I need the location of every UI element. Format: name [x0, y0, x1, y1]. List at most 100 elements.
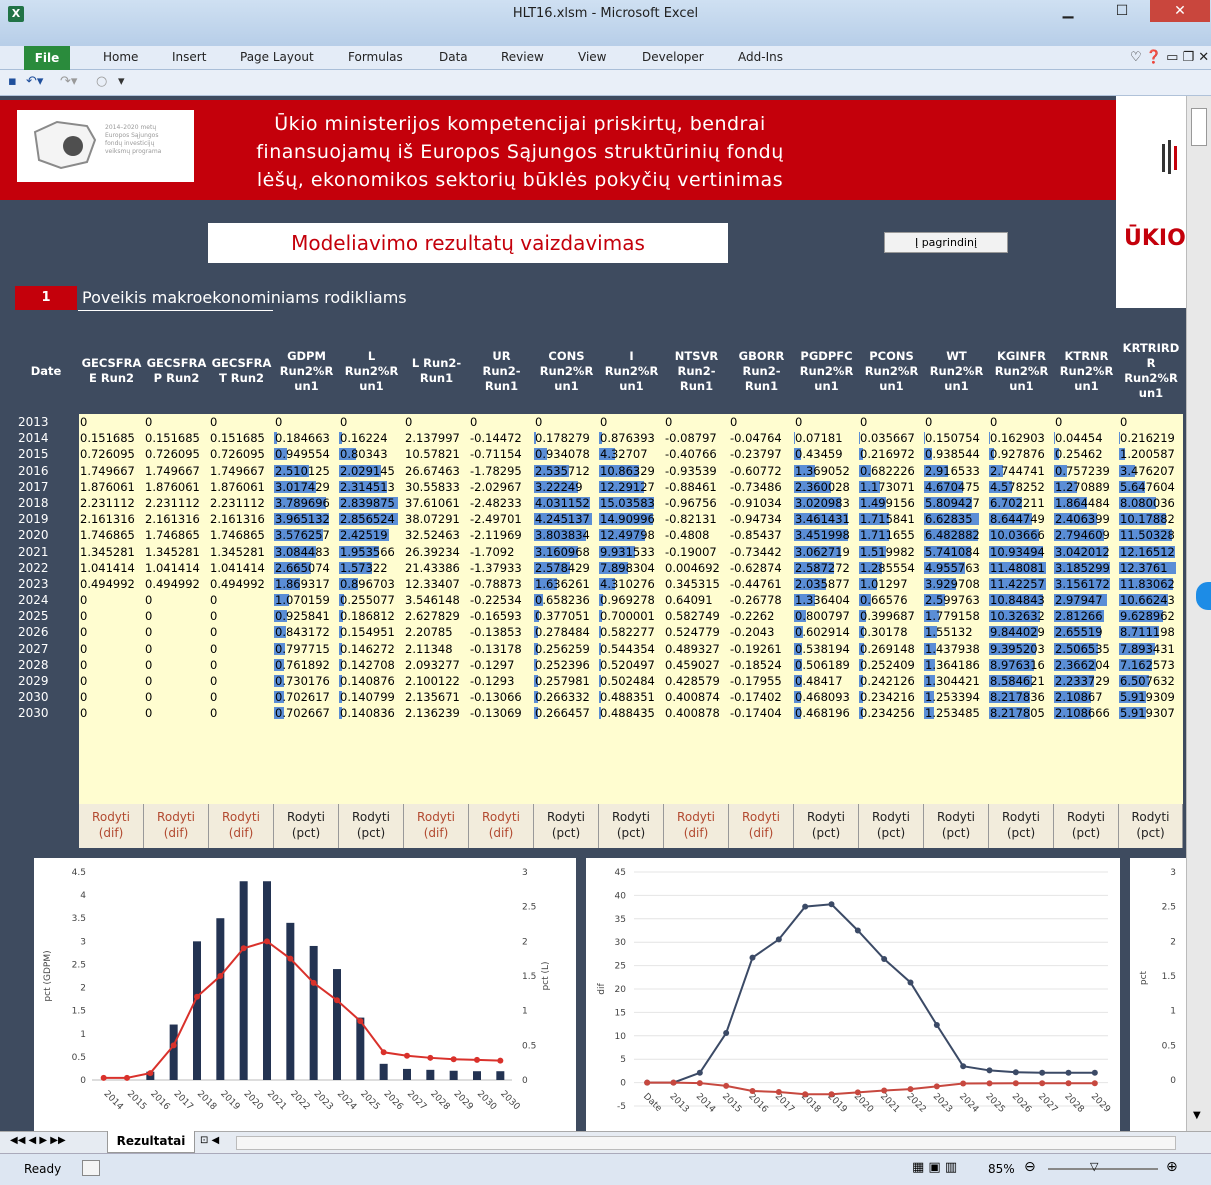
table-cell[interactable]: 2.360028 [794, 479, 859, 495]
table-cell[interactable]: 0.151685 [79, 430, 144, 446]
table-cell[interactable]: 0 [209, 641, 274, 657]
table-cell[interactable]: 1.636261 [534, 576, 599, 592]
new-sheet-icon[interactable]: ⊡ ◀ [200, 1135, 219, 1146]
tab-review[interactable]: Review [501, 50, 544, 64]
table-cell[interactable]: -0.40766 [664, 446, 729, 462]
table-cell[interactable]: 2.231112 [79, 495, 144, 511]
table-cell[interactable]: 5.809427 [924, 495, 989, 511]
table-cell[interactable]: 0 [79, 641, 144, 657]
table-cell[interactable]: 0.925841 [274, 608, 339, 624]
show-button[interactable]: Rodyti (dif) [469, 804, 534, 848]
table-cell[interactable]: 0.726095 [79, 446, 144, 462]
table-cell[interactable]: 1.876061 [144, 479, 209, 495]
table-cell[interactable]: 2.65519 [1054, 624, 1119, 640]
table-cell[interactable]: 0.255077 [339, 592, 404, 608]
table-cell[interactable]: 0.150754 [924, 430, 989, 446]
table-cell[interactable]: 14.90996 [599, 511, 664, 527]
table-cell[interactable]: 2.035877 [794, 576, 859, 592]
table-cell[interactable]: 3.476207 [1119, 463, 1183, 479]
table-cell[interactable]: 2.20785 [404, 624, 469, 640]
table-cell[interactable]: 1.041414 [144, 560, 209, 576]
table-cell[interactable]: 0 [209, 414, 274, 430]
table-cell[interactable]: 0.488435 [599, 705, 664, 721]
table-cell[interactable]: 0 [469, 414, 534, 430]
table-cell[interactable]: 0.682226 [859, 463, 924, 479]
table-cell[interactable]: 0.702667 [274, 705, 339, 721]
table-cell[interactable]: 2.233729 [1054, 673, 1119, 689]
table-cell[interactable]: 0 [209, 673, 274, 689]
table-cell[interactable]: 0.257981 [534, 673, 599, 689]
table-cell[interactable]: -0.14472 [469, 430, 534, 446]
table-cell[interactable]: -0.4808 [664, 527, 729, 543]
table-cell[interactable]: 0.142708 [339, 657, 404, 673]
table-cell[interactable]: 0 [209, 608, 274, 624]
table-cell[interactable]: 0.520497 [599, 657, 664, 673]
table-cell[interactable]: 0 [664, 414, 729, 430]
table-cell[interactable]: 0 [274, 414, 339, 430]
table-cell[interactable]: 0.934078 [534, 446, 599, 462]
table-cell[interactable]: 0.186812 [339, 608, 404, 624]
table-cell[interactable]: 4.670475 [924, 479, 989, 495]
table-cell[interactable]: 2.314513 [339, 479, 404, 495]
tab-insert[interactable]: Insert [172, 50, 206, 64]
table-cell[interactable]: 10.17882 [1119, 511, 1183, 527]
zoom-in-icon[interactable]: ⊕ [1166, 1159, 1178, 1175]
table-cell[interactable]: 0.377051 [534, 608, 599, 624]
table-cell[interactable]: 1.953566 [339, 544, 404, 560]
table-cell[interactable]: 0.757239 [1054, 463, 1119, 479]
table-cell[interactable]: 2.029145 [339, 463, 404, 479]
table-cell[interactable]: 1.876061 [209, 479, 274, 495]
date-cell[interactable]: 2014 [15, 430, 79, 446]
table-cell[interactable]: 1.779158 [924, 608, 989, 624]
chart-gdpm-l[interactable]: 0 0.5 1 1.5 2 2.5 3 3.5 4 4.5 0 0.5 1 1.5 2 2.5 3 pct (GD… [34, 858, 576, 1131]
table-cell[interactable]: 0.524779 [664, 624, 729, 640]
show-button[interactable]: Rodyti (pct) [599, 804, 664, 848]
date-cell[interactable]: 2022 [15, 560, 79, 576]
show-button[interactable]: Rodyti (pct) [859, 804, 924, 848]
chart-pct-partial[interactable]: 0 0.5 1 1.5 2 2.5 3 pct [1130, 858, 1186, 1131]
table-cell[interactable]: 10.93494 [989, 544, 1054, 560]
table-cell[interactable]: 0.154951 [339, 624, 404, 640]
table-cell[interactable]: 5.647604 [1119, 479, 1183, 495]
table-cell[interactable]: 1.746865 [209, 527, 274, 543]
table-cell[interactable]: 0.266457 [534, 705, 599, 721]
table-cell[interactable]: -0.13178 [469, 641, 534, 657]
tab-file[interactable]: File [24, 46, 70, 70]
table-cell[interactable]: 4.245137 [534, 511, 599, 527]
date-cell[interactable]: 2030 [15, 689, 79, 705]
table-cell[interactable]: 2.231112 [209, 495, 274, 511]
date-cell[interactable]: 2028 [15, 657, 79, 673]
table-cell[interactable]: 0.184663 [274, 430, 339, 446]
table-cell[interactable]: -0.17955 [729, 673, 794, 689]
date-cell[interactable]: 2018 [15, 495, 79, 511]
date-cell[interactable]: 2025 [15, 608, 79, 624]
show-button[interactable]: Rodyti (pct) [794, 804, 859, 848]
table-cell[interactable]: 9.844029 [989, 624, 1054, 640]
table-cell[interactable]: 5.919307 [1119, 705, 1183, 721]
table-cell[interactable]: 0.726095 [144, 446, 209, 462]
table-cell[interactable]: 1.499156 [859, 495, 924, 511]
table-cell[interactable]: -0.94734 [729, 511, 794, 527]
table-cell[interactable]: 0.494992 [144, 576, 209, 592]
table-cell[interactable]: 0.035667 [859, 430, 924, 446]
table-cell[interactable]: 0.602914 [794, 624, 859, 640]
table-cell[interactable]: 2.10867 [1054, 689, 1119, 705]
table-cell[interactable]: 1.746865 [144, 527, 209, 543]
save-icon[interactable]: ▪ [8, 74, 17, 89]
table-cell[interactable]: 0.582749 [664, 608, 729, 624]
table-cell[interactable]: -0.2262 [729, 608, 794, 624]
table-cell[interactable]: -0.71154 [469, 446, 534, 462]
table-cell[interactable]: 3.042012 [1054, 544, 1119, 560]
table-cell[interactable]: 3.546148 [404, 592, 469, 608]
table-cell[interactable]: 10.03666 [989, 527, 1054, 543]
table-cell[interactable]: 0.938544 [924, 446, 989, 462]
redo-icon[interactable]: ↷▾ [60, 74, 77, 89]
table-cell[interactable]: -0.82131 [664, 511, 729, 527]
table-cell[interactable]: 3.929708 [924, 576, 989, 592]
table-cell[interactable]: 2.599763 [924, 592, 989, 608]
table-cell[interactable]: 2.627829 [404, 608, 469, 624]
table-cell[interactable]: 0.949554 [274, 446, 339, 462]
table-cell[interactable]: 10.86329 [599, 463, 664, 479]
table-cell[interactable]: 0.151685 [144, 430, 209, 446]
horizontal-scrollbar[interactable] [236, 1136, 1176, 1150]
